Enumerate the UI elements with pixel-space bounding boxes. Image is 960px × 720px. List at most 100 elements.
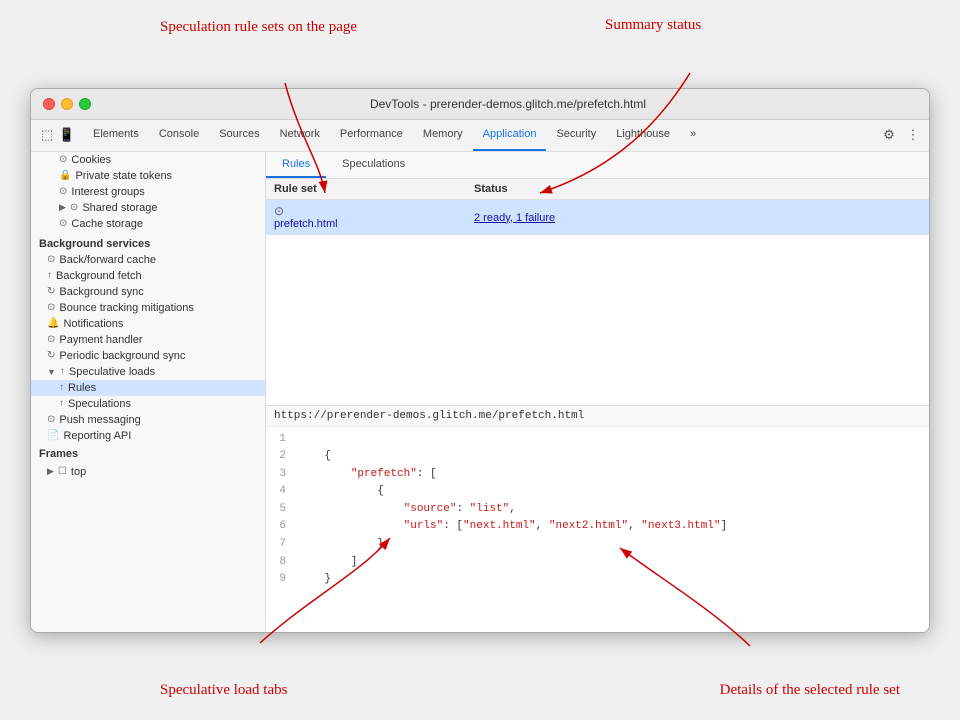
code-string-list: "list" bbox=[470, 503, 510, 515]
sidebar-item-shared-storage-label: Shared storage bbox=[82, 202, 157, 214]
background-services-header: Background services bbox=[31, 232, 265, 252]
tab-sources[interactable]: Sources bbox=[209, 120, 269, 151]
tab-lighthouse[interactable]: Lighthouse bbox=[606, 120, 680, 151]
sidebar-item-backforward-label: Back/forward cache bbox=[59, 254, 156, 266]
ruleset-icon: ⊙ bbox=[274, 204, 284, 218]
frame-icon: ☐ bbox=[58, 466, 67, 477]
tab-application[interactable]: Application bbox=[473, 120, 547, 151]
sidebar-item-private-state-label: Private state tokens bbox=[75, 170, 172, 182]
sidebar-item-periodic-bg-sync[interactable]: ↻ Periodic background sync bbox=[31, 348, 265, 364]
line-num-6: 6 bbox=[274, 518, 286, 536]
tab-speculations[interactable]: Speculations bbox=[326, 152, 421, 178]
tab-console[interactable]: Console bbox=[149, 120, 209, 151]
code-string-source: "source" bbox=[404, 503, 457, 515]
tab-network[interactable]: Network bbox=[270, 120, 330, 151]
code-string-next3: "next3.html" bbox=[641, 520, 720, 532]
sidebar-item-push-messaging[interactable]: ⊙ Push messaging bbox=[31, 412, 265, 428]
sidebar-item-shared-storage[interactable]: ▶ ⊙ Shared storage bbox=[31, 200, 265, 216]
line-num-4: 4 bbox=[274, 483, 286, 501]
status-link[interactable]: 2 ready, 1 failure bbox=[474, 212, 555, 224]
code-string-prefetch: "prefetch" bbox=[351, 468, 417, 480]
traffic-lights bbox=[43, 98, 91, 110]
sidebar-item-cache-storage[interactable]: ⊙ Cache storage bbox=[31, 216, 265, 232]
sidebar-item-background-sync[interactable]: ↻ Background sync bbox=[31, 284, 265, 300]
annotation-speculative-load-tabs: Speculative load tabs bbox=[160, 681, 287, 701]
detail-panel: https://prerender-demos.glitch.me/prefet… bbox=[266, 405, 929, 632]
tab-elements[interactable]: Elements bbox=[83, 120, 149, 151]
sidebar-item-bounce-tracking-label: Bounce tracking mitigations bbox=[59, 302, 194, 314]
maximize-button[interactable] bbox=[79, 98, 91, 110]
devtools-icon-2[interactable]: 📱 bbox=[59, 127, 75, 143]
sidebar-item-cookies[interactable]: ⊙ Cookies bbox=[31, 152, 265, 168]
tab-performance[interactable]: Performance bbox=[330, 120, 413, 151]
code-line-8: ] bbox=[298, 554, 929, 572]
sidebar-item-cookies-label: Cookies bbox=[71, 154, 111, 166]
devtools-toolbar: ⬚ 📱 Elements Console Sources Network Per… bbox=[31, 120, 929, 152]
interest-groups-icon: ⊙ bbox=[59, 186, 67, 197]
sidebar-item-background-fetch-label: Background fetch bbox=[56, 270, 142, 282]
code-line-4: { bbox=[298, 483, 929, 501]
sidebar-item-notifications[interactable]: 🔔 Notifications bbox=[31, 316, 265, 332]
sidebar-item-periodic-bg-sync-label: Periodic background sync bbox=[59, 350, 185, 362]
status-cell: 2 ready, 1 failure bbox=[474, 210, 921, 224]
table-header: Rule set Status bbox=[266, 179, 929, 200]
sidebar-item-rules[interactable]: ↑ Rules bbox=[31, 380, 265, 396]
code-string-next2: "next2.html" bbox=[549, 520, 628, 532]
reporting-api-icon: 📄 bbox=[47, 430, 59, 441]
code-line-6: "urls": ["next.html", "next2.html", "nex… bbox=[298, 518, 929, 536]
sidebar-item-interest-groups-label: Interest groups bbox=[71, 186, 144, 198]
code-line-1 bbox=[298, 431, 929, 449]
speculations-icon: ↑ bbox=[59, 398, 64, 409]
code-line-7: } bbox=[298, 536, 929, 554]
frames-header: Frames bbox=[31, 444, 265, 464]
close-button[interactable] bbox=[43, 98, 55, 110]
sidebar-item-speculations[interactable]: ↑ Speculations bbox=[31, 396, 265, 412]
speculation-tabs-header: Rules Speculations bbox=[266, 152, 929, 179]
sidebar-item-private-state-tokens[interactable]: 🔒 Private state tokens bbox=[31, 168, 265, 184]
more-options-icon[interactable]: ⋮ bbox=[905, 127, 921, 143]
notifications-icon: 🔔 bbox=[47, 318, 59, 329]
line-num-2: 2 bbox=[274, 448, 286, 466]
toolbar-tabs: Elements Console Sources Network Perform… bbox=[83, 120, 706, 151]
shared-storage-icon: ⊙ bbox=[70, 202, 78, 213]
tab-more[interactable]: » bbox=[680, 120, 706, 151]
code-line-2: { bbox=[298, 448, 929, 466]
ruleset-cell: ⊙ prefetch.html bbox=[274, 204, 474, 230]
bg-sync-icon: ↻ bbox=[47, 286, 55, 297]
tab-rules[interactable]: Rules bbox=[266, 152, 326, 178]
code-block: 1 2 3 4 5 6 7 8 9 { bbox=[266, 427, 929, 593]
sidebar-item-background-fetch[interactable]: ↑ Background fetch bbox=[31, 268, 265, 284]
annotation-details: Details of the selected rule set bbox=[720, 681, 900, 701]
table-row[interactable]: ⊙ prefetch.html 2 ready, 1 failure bbox=[266, 200, 929, 235]
sidebar-item-frames-top-label: top bbox=[71, 466, 86, 478]
annotation-summary-status: Summary status bbox=[605, 16, 701, 36]
settings-icon[interactable]: ⚙ bbox=[881, 127, 897, 143]
shared-storage-arrow: ▶ bbox=[59, 202, 66, 213]
private-state-icon: 🔒 bbox=[59, 170, 71, 181]
push-messaging-icon: ⊙ bbox=[47, 414, 55, 425]
sidebar-item-reporting-api-label: Reporting API bbox=[63, 430, 131, 442]
code-line-5: "source": "list", bbox=[298, 501, 929, 519]
sidebar-item-speculative-loads[interactable]: ▼ ↑ Speculative loads bbox=[31, 364, 265, 380]
sidebar-item-frames-top[interactable]: ▶ ☐ top bbox=[31, 464, 265, 480]
sidebar-item-cache-storage-label: Cache storage bbox=[71, 218, 143, 230]
annotation-speculation-role: Speculation rule sets on the page bbox=[160, 18, 357, 38]
bg-fetch-icon: ↑ bbox=[47, 270, 52, 281]
sidebar-item-interest-groups[interactable]: ⊙ Interest groups bbox=[31, 184, 265, 200]
devtools-icon-1[interactable]: ⬚ bbox=[39, 127, 55, 143]
tab-memory[interactable]: Memory bbox=[413, 120, 473, 151]
sidebar-item-backforward-cache[interactable]: ⊙ Back/forward cache bbox=[31, 252, 265, 268]
sidebar-item-payment-handler[interactable]: ⊙ Payment handler bbox=[31, 332, 265, 348]
cookies-icon: ⊙ bbox=[59, 154, 67, 165]
ruleset-link[interactable]: prefetch.html bbox=[274, 218, 474, 230]
sidebar-item-bounce-tracking[interactable]: ⊙ Bounce tracking mitigations bbox=[31, 300, 265, 316]
sidebar-item-reporting-api[interactable]: 📄 Reporting API bbox=[31, 428, 265, 444]
periodic-bg-sync-icon: ↻ bbox=[47, 350, 55, 361]
sidebar-item-notifications-label: Notifications bbox=[63, 318, 123, 330]
sidebar-item-rules-label: Rules bbox=[68, 382, 96, 394]
minimize-button[interactable] bbox=[61, 98, 73, 110]
col-status-header: Status bbox=[474, 183, 921, 195]
sidebar-item-speculative-loads-label: Speculative loads bbox=[69, 366, 155, 378]
rules-icon: ↑ bbox=[59, 382, 64, 393]
tab-security[interactable]: Security bbox=[546, 120, 606, 151]
